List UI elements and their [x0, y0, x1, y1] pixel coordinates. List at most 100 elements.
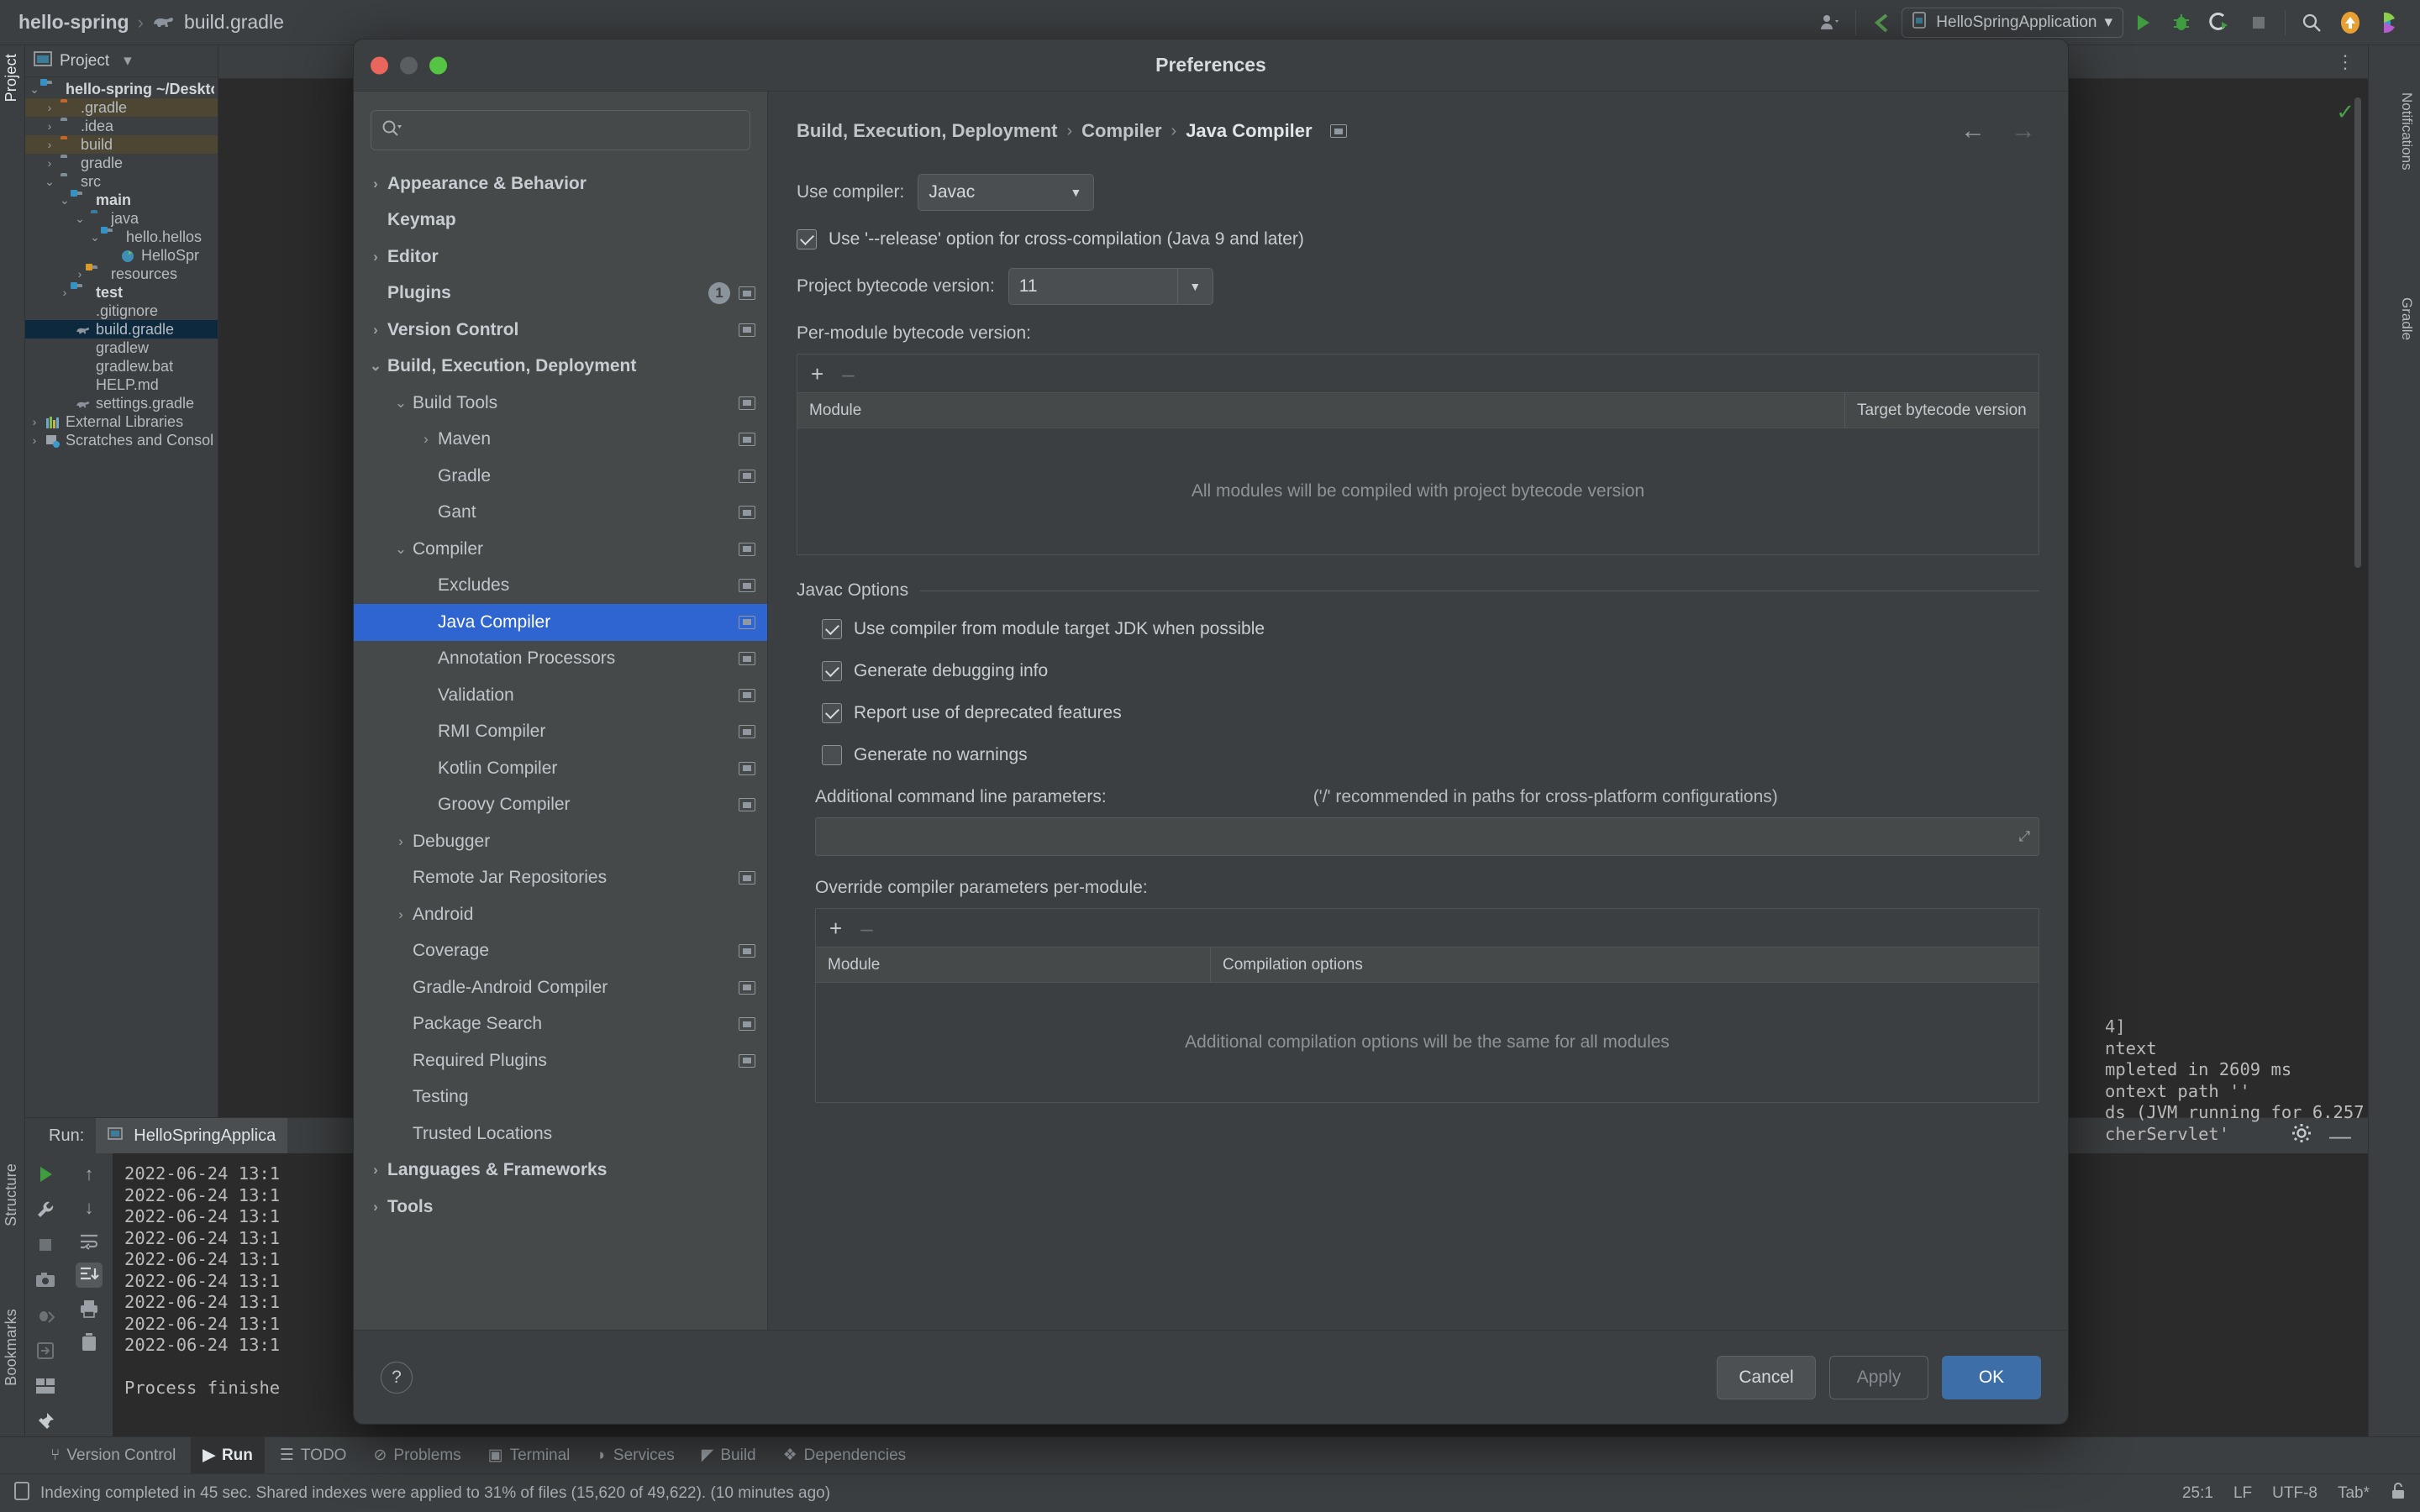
settings-tree-item-label: Appearance & Behavior — [387, 173, 587, 193]
settings-tree-item-trusted-locations[interactable]: Trusted Locations — [354, 1116, 767, 1152]
settings-tree-item-groovy-compiler[interactable]: Groovy Compiler — [354, 787, 767, 824]
project-scope-icon — [739, 323, 755, 337]
javac-option-row[interactable]: Generate no warnings — [822, 745, 2039, 765]
settings-tree[interactable]: › Appearance & Behavior Keymap › Editor Plugi… — [354, 164, 767, 1330]
settings-tree-item-languages-frameworks[interactable]: › Languages & Frameworks — [354, 1152, 767, 1189]
ok-button[interactable]: OK — [1942, 1355, 2041, 1399]
chevron-right-icon[interactable]: › — [418, 431, 434, 448]
chevron-right-icon[interactable]: › — [367, 249, 384, 265]
override-params-table: + – Module Compilation options Additiona… — [815, 908, 2039, 1103]
settings-tree-item-annotation-processors[interactable]: Annotation Processors — [354, 641, 767, 678]
javac-option-row[interactable]: Use compiler from module target JDK when… — [822, 619, 2039, 639]
per-module-bytecode-table: + – Module Target bytecode version All m… — [797, 354, 2039, 555]
javac-option-checkbox[interactable] — [822, 703, 842, 723]
settings-tree-item-android[interactable]: › Android — [354, 896, 767, 933]
settings-tree-item-gant[interactable]: Gant — [354, 495, 767, 532]
chevron-right-icon[interactable]: › — [367, 322, 384, 339]
remove-row-button[interactable]: – — [860, 917, 872, 939]
settings-tree-item-gradle-android-compiler[interactable]: Gradle-Android Compiler — [354, 969, 767, 1006]
settings-tree-item-debugger[interactable]: › Debugger — [354, 823, 767, 860]
project-scope-icon — [739, 871, 755, 885]
settings-tree-item-tools[interactable]: › Tools — [354, 1189, 767, 1226]
search-box[interactable] — [371, 110, 750, 150]
search-input[interactable] — [407, 121, 739, 139]
settings-tree-item-compiler[interactable]: ⌄ Compiler — [354, 531, 767, 568]
add-row-button[interactable]: + — [811, 363, 823, 385]
java-compiler-form: Use compiler: Javac ▼ Use '--release' op… — [768, 145, 2068, 1330]
chevron-right-icon[interactable]: › — [392, 833, 409, 850]
additional-params-row: Additional command line parameters: ('/'… — [815, 787, 2039, 807]
release-option-checkbox[interactable] — [797, 229, 817, 249]
settings-tree-item-coverage[interactable]: Coverage — [354, 933, 767, 970]
settings-tree-item-label: Required Plugins — [413, 1050, 547, 1070]
javac-option-checkbox[interactable] — [822, 619, 842, 639]
settings-tree-item-rmi-compiler[interactable]: RMI Compiler — [354, 714, 767, 751]
settings-tree-item-plugins[interactable]: Plugins 1 — [354, 276, 767, 312]
settings-tree-item-build-execution-deployment[interactable]: ⌄ Build, Execution, Deployment — [354, 349, 767, 386]
settings-tree-item-label: Editor — [387, 246, 439, 266]
javac-option-row[interactable]: Report use of deprecated features — [822, 703, 2039, 723]
zoom-button[interactable] — [429, 56, 447, 74]
chevron-right-icon[interactable]: › — [367, 1162, 384, 1179]
settings-tree-item-excludes[interactable]: Excludes — [354, 568, 767, 605]
project-scope-icon — [739, 1017, 755, 1032]
minimize-button[interactable] — [400, 56, 418, 74]
release-option-row[interactable]: Use '--release' option for cross-compila… — [797, 229, 2039, 249]
breadcrumb-part-1[interactable]: Build, Execution, Deployment — [797, 120, 1057, 142]
settings-tree-item-label: Debugger — [413, 831, 491, 851]
chevron-down-icon[interactable]: ⌄ — [367, 358, 384, 375]
apply-button[interactable]: Apply — [1829, 1355, 1928, 1399]
settings-tree-item-package-search[interactable]: Package Search — [354, 1006, 767, 1043]
chevron-down-icon[interactable]: ▼ — [1176, 269, 1213, 304]
column-header-module[interactable]: Module — [816, 948, 1211, 982]
cancel-button[interactable]: Cancel — [1717, 1355, 1816, 1399]
settings-tree-item-label: Kotlin Compiler — [438, 758, 558, 778]
settings-tree-item-testing[interactable]: Testing — [354, 1079, 767, 1116]
chevron-right-icon[interactable]: › — [392, 906, 409, 923]
settings-tree-item-version-control[interactable]: › Version Control — [354, 312, 767, 349]
close-button[interactable] — [371, 56, 388, 74]
javac-option-checkbox[interactable] — [822, 661, 842, 681]
settings-tree-item-label: Compiler — [413, 538, 484, 559]
dialog-body: › Appearance & Behavior Keymap › Editor Plugi… — [354, 92, 2068, 1330]
project-scope-icon — [739, 396, 755, 410]
settings-tree-item-java-compiler[interactable]: Java Compiler — [354, 604, 767, 641]
remove-row-button[interactable]: – — [842, 363, 854, 385]
settings-tree-item-label: Keymap — [387, 210, 456, 230]
forward-icon[interactable]: → — [2011, 117, 2036, 145]
settings-tree-item-gradle[interactable]: Gradle — [354, 458, 767, 495]
project-bytecode-select[interactable]: 11 ▼ — [1007, 268, 1213, 305]
settings-tree-item-editor[interactable]: › Editor — [354, 239, 767, 276]
add-row-button[interactable]: + — [829, 917, 842, 939]
chevron-right-icon[interactable]: › — [367, 1199, 384, 1215]
column-header-target-bytecode[interactable]: Target bytecode version — [1845, 393, 2039, 428]
breadcrumb-part-2[interactable]: Compiler — [1081, 120, 1161, 142]
settings-tree-item-label: Package Search — [413, 1014, 543, 1034]
column-header-compilation-options[interactable]: Compilation options — [1211, 948, 2039, 982]
javac-option-checkbox[interactable] — [822, 745, 842, 765]
settings-tree-item-remote-jar-repositories[interactable]: Remote Jar Repositories — [354, 860, 767, 897]
dialog-title: Preferences — [1155, 54, 1266, 76]
column-header-module[interactable]: Module — [797, 393, 1845, 428]
javac-option-row[interactable]: Generate debugging info — [822, 661, 2039, 681]
use-compiler-select[interactable]: Javac ▼ — [918, 174, 1095, 211]
settings-tree-item-keymap[interactable]: Keymap — [354, 202, 767, 239]
project-scope-icon — [739, 652, 755, 666]
settings-tree-item-required-plugins[interactable]: Required Plugins — [354, 1042, 767, 1079]
chevron-down-icon[interactable]: ⌄ — [392, 541, 409, 558]
back-icon[interactable]: ← — [1960, 117, 1986, 145]
settings-tree-item-label: Android — [413, 904, 474, 924]
settings-tree-item-validation[interactable]: Validation — [354, 677, 767, 714]
expand-editor-icon[interactable]: ⤢ — [2018, 828, 2030, 845]
chevron-right-icon[interactable]: › — [367, 176, 384, 192]
dialog-footer: ? Cancel Apply OK — [354, 1330, 2068, 1424]
help-button[interactable]: ? — [381, 1361, 413, 1394]
settings-tree-item-build-tools[interactable]: ⌄ Build Tools — [354, 385, 767, 422]
settings-tree-item-maven[interactable]: › Maven — [354, 422, 767, 459]
settings-tree-item-kotlin-compiler[interactable]: Kotlin Compiler — [354, 750, 767, 787]
additional-params-input[interactable]: ⤢ — [815, 817, 2039, 856]
search-container — [354, 92, 767, 164]
per-module-table-toolbar: + – — [797, 354, 2039, 393]
settings-tree-item-appearance-behavior[interactable]: › Appearance & Behavior — [354, 165, 767, 202]
chevron-down-icon[interactable]: ⌄ — [392, 395, 409, 412]
